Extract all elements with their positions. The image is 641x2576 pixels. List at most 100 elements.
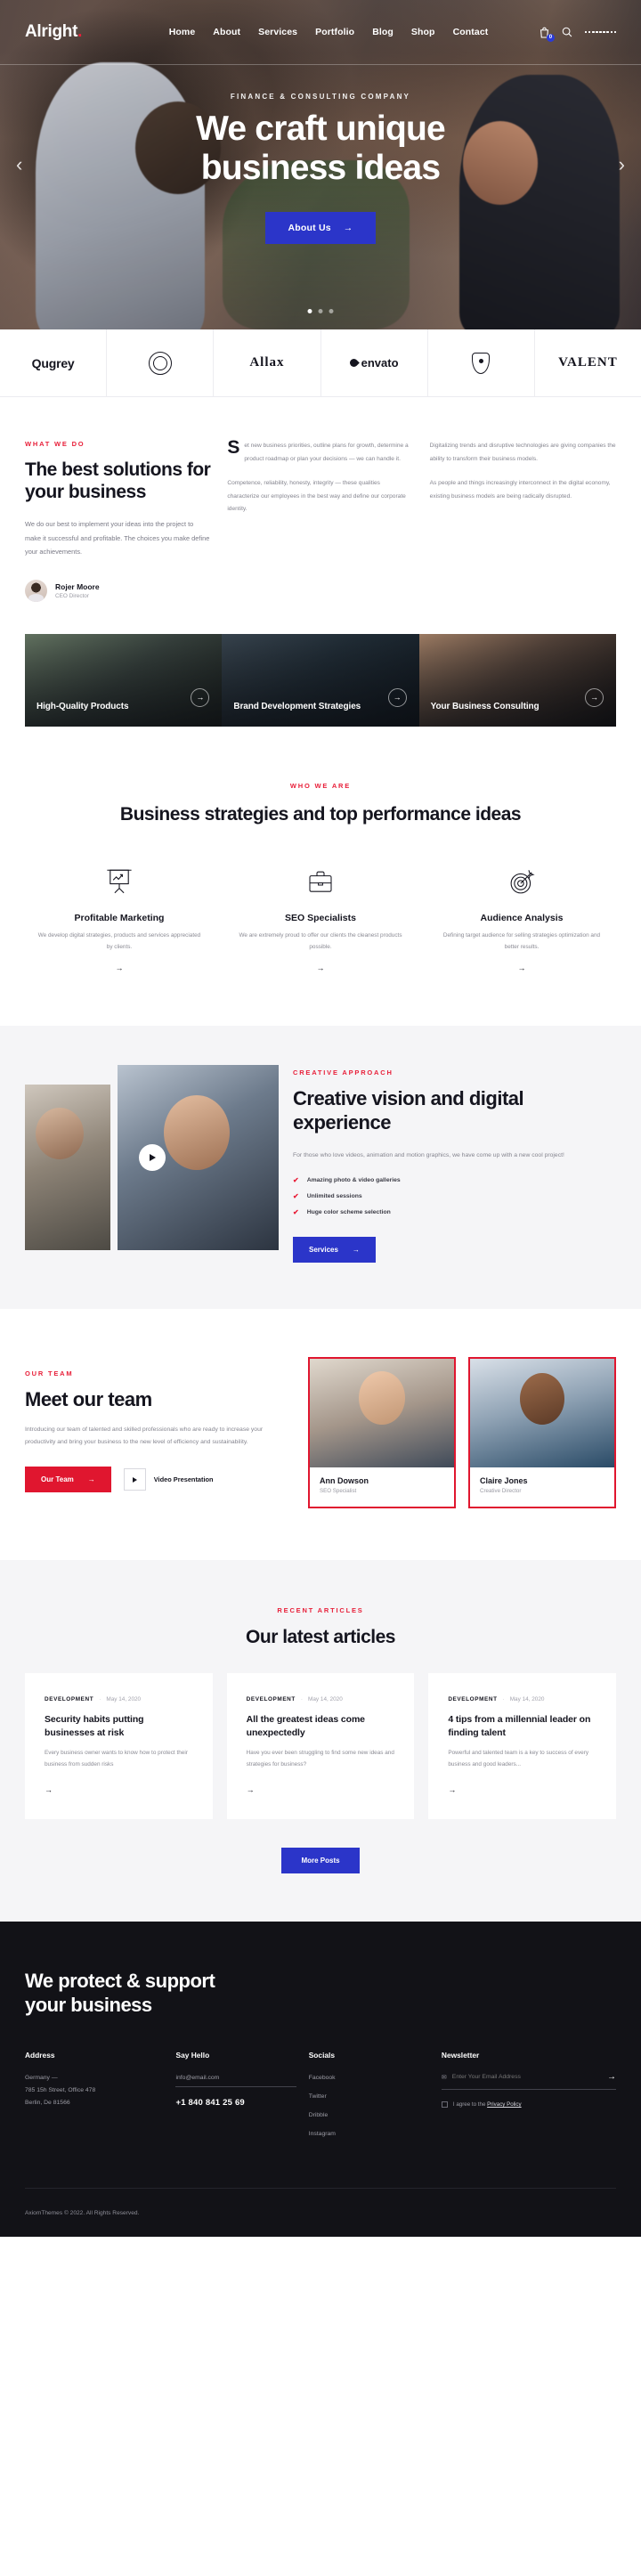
creative-kicker: CREATIVE APPROACH: [293, 1069, 394, 1077]
article-card[interactable]: DEVELOPMENT · May 14, 2020 Security habi…: [25, 1673, 213, 1819]
social-link-dribble[interactable]: Dribble: [309, 2109, 429, 2122]
arrow-right-icon[interactable]: →: [387, 687, 407, 707]
footer-hello-heading: Say Hello: [175, 2051, 210, 2060]
team-desc: Introducing our team of talented and ski…: [25, 1426, 264, 1446]
arrow-right-icon[interactable]: →: [45, 1785, 193, 1794]
privacy-policy-link[interactable]: Privacy Policy: [487, 2101, 522, 2108]
article-card[interactable]: DEVELOPMENT · May 14, 2020 All the great…: [226, 1673, 415, 1819]
hero-dot-1[interactable]: [307, 309, 312, 313]
our-team-button-label: Our Team: [41, 1475, 74, 1484]
privacy-checkbox[interactable]: [441, 2101, 448, 2109]
service-tile-brand-development[interactable]: Brand Development Strategies →: [222, 633, 419, 727]
arrow-right-icon[interactable]: →: [448, 1785, 596, 1794]
check-icon: ✔: [293, 1191, 299, 1200]
creative-title: Creative vision and digital experience: [293, 1087, 524, 1134]
social-link-facebook[interactable]: Facebook: [309, 2072, 429, 2084]
newsletter-email-input[interactable]: [451, 2074, 607, 2081]
what-we-do-column-3: Digitalizing trends and disruptive techn…: [430, 440, 616, 602]
play-button[interactable]: [138, 1144, 166, 1172]
brand-logo-qugrey[interactable]: Qugrey: [0, 329, 108, 396]
hero-about-us-button[interactable]: About Us →: [264, 211, 377, 244]
tile-title: Brand Development Strategies: [233, 701, 361, 711]
nav-icon-group: 0: [540, 27, 616, 42]
hero-next-arrow[interactable]: ›: [619, 153, 625, 176]
article-date: May 14, 2020: [308, 1696, 343, 1703]
nav-item-shop[interactable]: Shop: [411, 27, 435, 37]
grid-menu-icon[interactable]: [584, 30, 616, 34]
footer-socials-column: Socials Facebook Twitter Dribble Instagr…: [309, 2051, 429, 2147]
feature-desc: We develop digital strategies, products …: [37, 932, 201, 950]
more-posts-wrap: More Posts: [25, 1847, 616, 1873]
article-meta: DEVELOPMENT · May 14, 2020: [448, 1696, 596, 1702]
author-block: Rojer Moore CEO Director: [25, 579, 211, 602]
who-we-are-section: WHO WE ARE Business strategies and top p…: [0, 727, 641, 1026]
arrow-right-icon: →: [352, 1245, 360, 1254]
site-logo[interactable]: Alright.: [25, 22, 82, 42]
article-title: All the greatest ideas come unexpectedly: [246, 1714, 365, 1738]
nav-item-contact[interactable]: Contact: [453, 27, 489, 37]
article-title: 4 tips from a millennial leader on findi…: [448, 1714, 591, 1738]
nav-item-about[interactable]: About: [213, 27, 240, 37]
feature-desc: Defining target audience for selling str…: [442, 932, 601, 950]
service-tile-business-consulting[interactable]: Your Business Consulting →: [418, 633, 616, 727]
briefcase-icon: [226, 863, 415, 900]
brand-logo-allax[interactable]: Allax: [214, 329, 321, 396]
target-dart-icon: [427, 863, 616, 900]
more-posts-button[interactable]: More Posts: [281, 1847, 360, 1873]
feature-seo-specialists: SEO Specialists We are extremely proud t…: [226, 863, 415, 972]
brand-logo-shield[interactable]: [428, 329, 535, 396]
agree-label: I agree to the: [452, 2101, 488, 2109]
brand-logo-ring[interactable]: [107, 329, 215, 396]
social-link-instagram[interactable]: Instagram: [309, 2128, 429, 2141]
footer-phone[interactable]: +1 840 841 25 69: [175, 2098, 296, 2108]
hero-dot-2[interactable]: [318, 309, 323, 313]
brand-logo-envato[interactable]: envato: [321, 329, 428, 396]
service-tile-high-quality-products[interactable]: High-Quality Products →: [25, 633, 223, 727]
our-team-button[interactable]: Our Team →: [25, 1467, 111, 1493]
nav-item-home[interactable]: Home: [169, 27, 196, 37]
ring-icon: [148, 351, 172, 375]
address-line-3: Berlin, De 81566: [25, 2100, 70, 2107]
search-icon[interactable]: [562, 27, 572, 37]
footer-email-link[interactable]: info@email.com: [175, 2072, 296, 2088]
footer-title: We protect & support your business: [25, 1970, 616, 2018]
service-tiles: High-Quality Products → Brand Developmen…: [25, 633, 616, 727]
team-title: Meet our team: [25, 1387, 152, 1410]
social-link-twitter[interactable]: Twitter: [309, 2091, 429, 2103]
services-button[interactable]: Services →: [293, 1236, 376, 1263]
creative-approach-section: CREATIVE APPROACH Creative vision and di…: [0, 1026, 641, 1309]
cart-icon[interactable]: 0: [540, 27, 555, 42]
arrow-right-icon[interactable]: →: [226, 963, 415, 972]
hero-slider-dots: [307, 309, 334, 313]
check-label: Unlimited sessions: [306, 1192, 362, 1199]
nav-item-blog[interactable]: Blog: [372, 27, 394, 37]
arrow-right-icon[interactable]: →: [427, 963, 616, 972]
what-we-do-intro: WHAT WE DO The best solutions for your b…: [25, 440, 211, 602]
arrow-right-icon[interactable]: →: [25, 963, 214, 972]
services-button-label: Services: [309, 1245, 338, 1254]
creative-media-group: [25, 1065, 279, 1251]
team-member-photo: [470, 1358, 614, 1467]
brand-logo-valent[interactable]: VALENT: [535, 329, 641, 396]
video-presentation-link[interactable]: Video Presentation: [123, 1468, 214, 1491]
footer-address-column: Address Germany — 785 15h Street, Office…: [25, 2051, 163, 2147]
team-kicker: OUR TEAM: [25, 1369, 74, 1377]
hero-dot-3[interactable]: [329, 309, 334, 313]
arrow-right-icon[interactable]: →: [247, 1785, 395, 1794]
column2-text-1: et new business priorities, outline plan…: [244, 443, 409, 462]
check-label: Huge color scheme selection: [306, 1208, 391, 1215]
article-card[interactable]: DEVELOPMENT · May 14, 2020 4 tips from a…: [428, 1673, 616, 1819]
tile-title: High-Quality Products: [37, 701, 129, 711]
newsletter-submit-button[interactable]: →: [607, 2072, 616, 2082]
privacy-agree-text: I agree to the Privacy Policy: [453, 2101, 522, 2108]
hero-prev-arrow[interactable]: ‹: [16, 153, 22, 176]
nav-item-portfolio[interactable]: Portfolio: [315, 27, 354, 37]
footer-newsletter-column: Newsletter ✉ → I agree to the Privacy Po…: [441, 2051, 616, 2147]
feature-profitable-marketing: Profitable Marketing We develop digital …: [25, 863, 214, 972]
arrow-right-icon[interactable]: →: [584, 687, 604, 707]
article-meta: DEVELOPMENT · May 14, 2020: [45, 1696, 193, 1702]
column2-paragraph-1: Set new business priorities, outline pla…: [227, 438, 413, 466]
team-member-card-ann-dowson[interactable]: Ann Dowson SEO Specialist: [308, 1356, 456, 1508]
nav-item-services[interactable]: Services: [258, 27, 297, 37]
team-member-card-claire-jones[interactable]: Claire Jones Creative Director: [468, 1356, 616, 1508]
